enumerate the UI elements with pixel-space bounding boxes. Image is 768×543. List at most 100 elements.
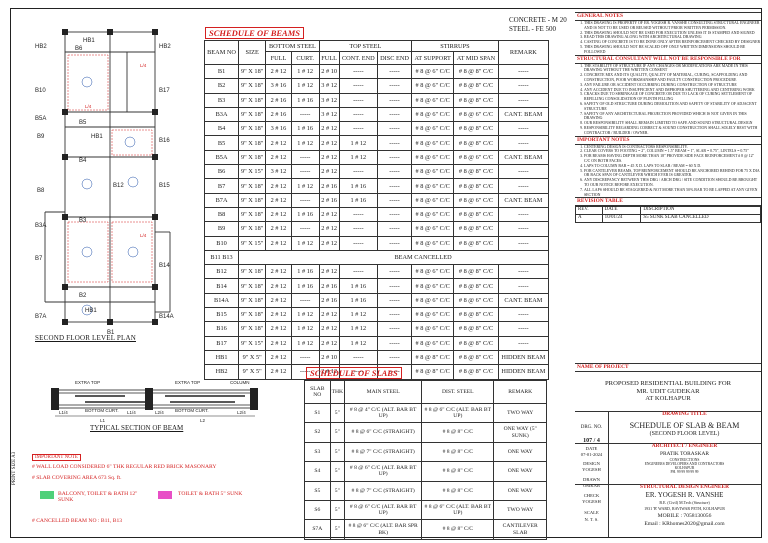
beam-cell: ----- xyxy=(376,192,413,208)
beam-cell: ----- xyxy=(376,221,413,237)
beam-cell: # 8 @ 8" C/C xyxy=(453,78,499,94)
beam-cell: 9" X 18" xyxy=(238,206,267,223)
beam-cell: 1 # 12 xyxy=(338,321,378,337)
beam-cell: ----- xyxy=(376,278,413,294)
beam-cell: B8 xyxy=(203,206,240,223)
beam-cell: B9 xyxy=(203,221,240,237)
beam-row: B2 9" X 18" 3 # 16 1 # 12 3 # 12 ----- ----- # … xyxy=(203,78,550,94)
slab-row: S5 5" # 8 @ 7" C/C (STRAIGHT) # 8 @ 8" C/C O… xyxy=(304,480,547,501)
beam-cell: 2 # 12 xyxy=(318,264,340,280)
beam-cell: 2 # 16 xyxy=(265,106,292,123)
beam-cell: ----- xyxy=(290,349,320,366)
beam-cell: # 8 @ 8" C/C xyxy=(453,178,499,194)
beam-cell: 2 # 12 xyxy=(265,307,292,323)
beam-cell: ----- xyxy=(376,235,413,251)
beam-cell: # 8 @ 8" C/C xyxy=(453,321,499,337)
beam-cell: ----- xyxy=(376,307,413,323)
slab-cell: # 8 @ 6" C/C (ALT. BAR BT UP) xyxy=(344,499,423,521)
slab-cell: # 8 @ 6" C/C (ALT. BAR BT UP) xyxy=(421,402,495,424)
engineer-mobile: MOBILE : 7058130056 xyxy=(657,513,712,519)
slab-cell: ONE WAY xyxy=(493,480,547,501)
beam-cell: ----- xyxy=(338,121,378,137)
beam-cell: B7A xyxy=(203,192,240,208)
beam-cell: B15 xyxy=(203,307,240,323)
beam-cell: ----- xyxy=(338,235,378,251)
concrete-grade: CONCRETE - M 20 STEEL - FE 500 xyxy=(509,16,567,34)
plan-title: SECOND FLOOR LEVEL PLAN xyxy=(35,334,136,342)
beam-cell: ----- xyxy=(376,78,413,94)
beam-cell: 1 # 12 xyxy=(290,178,320,194)
architect-name: PRATIK TORASKAR xyxy=(659,451,710,457)
beam-cell: B16 xyxy=(203,321,240,337)
beam-cell: ----- xyxy=(497,235,550,251)
slab-row: S4 5" # 8 @ 6" C/C (ALT. BAR BT UP) # 8 @ 8… xyxy=(304,461,547,482)
plan-label: B7A xyxy=(35,314,46,320)
slab-cell: 5" xyxy=(329,519,346,540)
slab-cell: 5" xyxy=(329,422,346,443)
section-label: L1/4 xyxy=(59,410,68,415)
beam-cell: 1 # 16 xyxy=(290,121,320,137)
slab-cell: # 8 @ 8" C/C xyxy=(421,461,495,482)
beam-cell: 9" X 18" xyxy=(238,63,267,80)
slab-cell: ONE WAY (5" SUNK) xyxy=(493,422,547,443)
beam-cell: 2 # 12 xyxy=(265,149,292,166)
beam-cell: ----- xyxy=(376,121,413,137)
beam-cell: 9" X 18" xyxy=(238,135,267,151)
beam-cell: B12 xyxy=(203,264,240,280)
beam-row: B5 9" X 18" 2 # 12 1 # 12 2 # 12 1 # 12 ----- #… xyxy=(203,135,550,151)
beam-cell: ----- xyxy=(376,321,413,337)
beam-cell: HB1 xyxy=(203,349,240,366)
beam-cell: 9" X 15" xyxy=(238,335,267,351)
beam-cell: 9" X 15" xyxy=(238,235,267,251)
beam-cell: 2 # 12 xyxy=(265,206,292,223)
revision-head: REVISION TABLE xyxy=(575,197,761,207)
section-label: L2/4 xyxy=(155,410,164,415)
beam-cell: # 8 @ 6" C/C xyxy=(453,106,499,123)
beam-cell: # 8 @ 8" C/C xyxy=(453,349,499,366)
beam-cell: 2 # 12 xyxy=(318,135,340,151)
slab-cell: TWO WAY xyxy=(493,402,547,424)
beam-cell: ----- xyxy=(497,206,550,223)
beam-cell: # 8 @ 8" C/C xyxy=(453,164,499,180)
beam-row: B1 9" X 18" 2 # 12 1 # 12 2 # 10 ----- ----- # … xyxy=(203,63,550,80)
beam-cell: ----- xyxy=(497,321,550,337)
beam-cell: ----- xyxy=(338,206,378,223)
legend-swatch-pink xyxy=(158,491,172,499)
beam-cell: 1 # 12 xyxy=(290,335,320,351)
drawing-title-head: DRAWING TITLE xyxy=(662,411,707,417)
beam-cell: 1 # 16 xyxy=(290,92,320,108)
beam-schedule-title: SCHEDULE OF BEAMS xyxy=(205,27,305,39)
slab-cell: S3 xyxy=(304,441,331,463)
beam-cell: B5 xyxy=(203,135,240,151)
beam-cell: # 8 @ 8" C/C xyxy=(453,278,499,294)
col-curt: CURT. xyxy=(290,51,320,65)
beam-cell: # 8 @ 6" C/C xyxy=(411,335,455,351)
section-title: TYPICAL SECTION OF BEAM xyxy=(90,424,184,432)
beam-row: B6 9" X 15" 3 # 12 ----- 2 # 12 ----- ----- # 8… xyxy=(203,164,550,180)
slab-cell: 5" xyxy=(329,480,346,501)
beam-row: B3 9" X 18" 2 # 16 1 # 16 3 # 12 ----- ----- # … xyxy=(203,92,550,108)
note-cancelled: # CANCELLED BEAM NO : B11, B13 xyxy=(32,518,123,524)
beam-cell: CANT. BEAM xyxy=(497,292,550,309)
important-notes-head: IMPORTANT NOTES xyxy=(575,135,761,145)
beam-cell: 3 # 12 xyxy=(318,78,340,94)
beam-cell: 9" X 18" xyxy=(238,321,267,337)
beam-cancelled-cell: BEAM CANCELLED xyxy=(238,249,549,266)
concrete-line: CONCRETE - M 20 xyxy=(509,16,567,24)
beam-cell: 3 # 12 xyxy=(318,92,340,108)
beam-cell: # 8 @ 6" C/C xyxy=(411,135,455,151)
notes-panel: GENERAL NOTES THIS DRAWING IS PROPERTY O… xyxy=(575,12,761,224)
beam-cell: # 8 @ 6" C/C xyxy=(411,92,455,108)
beam-cell: # 8 @ 6" C/C xyxy=(453,292,499,309)
beam-cell: 1 # 12 xyxy=(338,335,378,351)
beam-cell: CANT. BEAM xyxy=(497,106,550,123)
beam-cell: ----- xyxy=(497,221,550,237)
slab-col-header: DIST. STEEL xyxy=(421,380,495,404)
beam-cell: # 8 @ 6" C/C xyxy=(411,206,455,223)
slab-row: S7A 5" # 8 @ 6" C/C (ALT. BAR SPR BK) # 8 @… xyxy=(304,519,547,540)
section-label: L2 xyxy=(200,418,206,423)
engineer-qual: B.E. (Civil) M.Tech (Structure) xyxy=(659,500,710,505)
legend-swatch-green xyxy=(40,491,54,499)
beam-row: B9 9" X 18" 2 # 12 ----- 2 # 12 ----- ----- # 8… xyxy=(203,221,550,237)
beam-cell: ----- xyxy=(497,164,550,180)
